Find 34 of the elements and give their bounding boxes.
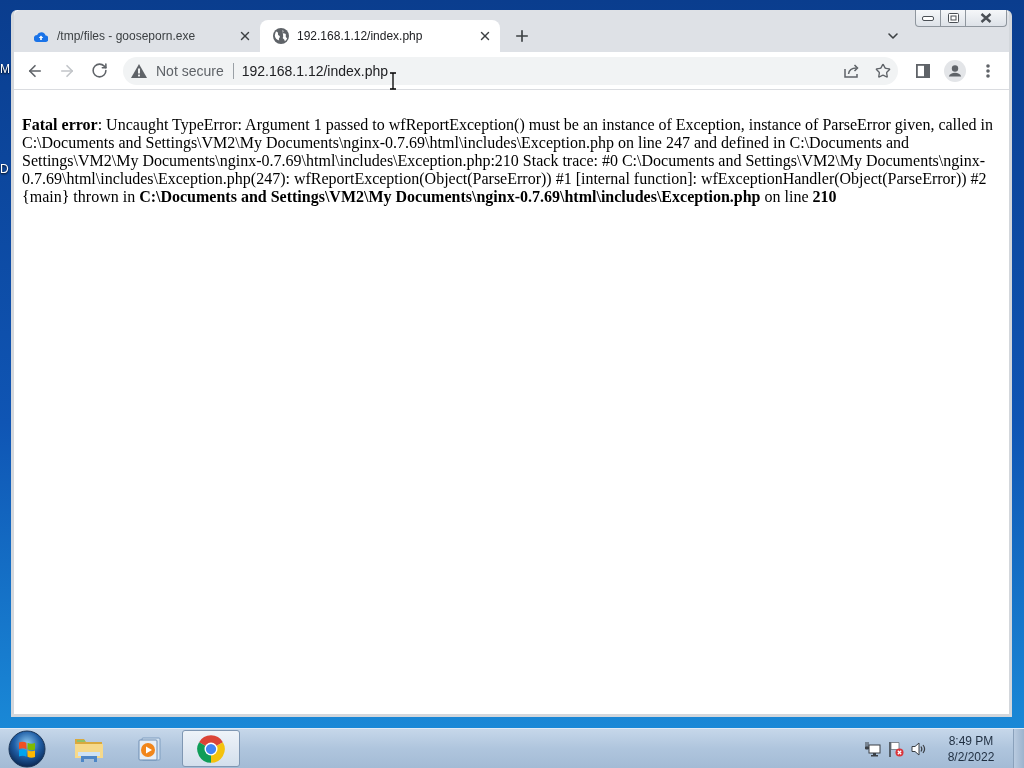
security-indicator[interactable]: Not secure <box>131 61 224 80</box>
desktop-icon-label: D <box>0 162 9 176</box>
network-icon <box>865 740 881 757</box>
reload-icon <box>90 62 108 79</box>
plus-icon <box>513 27 531 45</box>
browser-tab[interactable]: 192.168.1.12/index.php <box>260 20 500 52</box>
avatar-icon <box>944 59 966 82</box>
share-icon <box>844 63 860 78</box>
desktop-icon-label: M <box>0 62 10 76</box>
minimize-icon <box>922 15 934 21</box>
address-bar[interactable]: Not secure 192.168.1.12/index.php <box>123 56 898 85</box>
browser-logo-icon <box>196 733 226 764</box>
speaker-icon <box>911 740 927 757</box>
flag-error-icon <box>888 740 904 757</box>
taskbar-clock[interactable]: 8:49 PM 8/2/2022 <box>936 732 1006 765</box>
close-icon <box>478 29 492 43</box>
play-tile-icon <box>137 735 163 762</box>
restore-icon <box>947 13 959 23</box>
star-icon <box>875 62 891 79</box>
close-icon <box>238 29 252 43</box>
side-panel-icon <box>916 63 930 78</box>
cloud-upload-icon <box>34 30 48 42</box>
globe-icon <box>273 28 289 44</box>
error-message: Fatal error: Uncaught TypeError: Argument 1 passed to wfReportException() must be an instance of Exception, instance of ParseError given, called in C:\Documents and Settings\VM2\My Documents\nginx-0.7.69\html\includes\Exception.php on line 247 and defined in C:\Documents and Settings\VM2\My Documents\nginx-0.7.69\html\includes\Exception.php:210 Stack trace: #0 C:\Documents and Settings\VM2\My Documents\nginx-0.7.69\html\includes\Exception.php(247): wfReportException(Object(ParseError)) #1 [internal function]: wfExceptionHandler(Object(ParseError)) #2 {main} thrown in C:\Documents and Settings\VM2\My Documents\nginx-0.7.69\html\includes\Exception.php on line 210 <box>22 116 995 206</box>
start-orb-icon <box>8 729 46 768</box>
close-icon <box>980 13 992 23</box>
text-cursor-icon <box>389 72 397 90</box>
restore-button[interactable] <box>941 10 966 27</box>
close-window-button[interactable] <box>966 10 1007 27</box>
start-button[interactable] <box>8 729 46 768</box>
taskbar-app-button[interactable] <box>182 730 240 767</box>
menu-icon <box>986 63 990 78</box>
warning-icon <box>131 63 147 78</box>
minimize-button[interactable] <box>915 10 941 27</box>
